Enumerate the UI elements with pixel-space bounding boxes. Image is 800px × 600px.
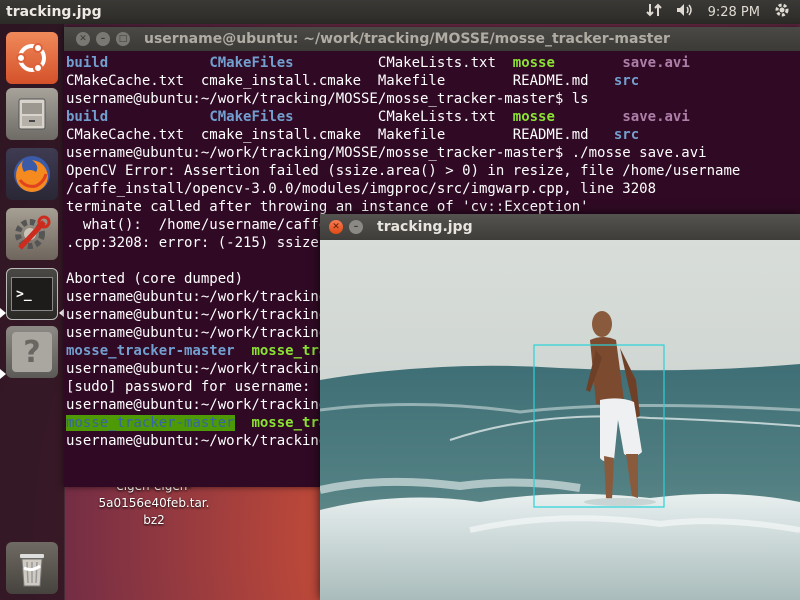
terminal-line: CMakeCache.txt cmake_install.cmake Makef… <box>66 126 800 144</box>
file-cabinet-icon <box>18 98 46 130</box>
terminal-line: build CMakeFiles CMakeLists.txt mosse sa… <box>66 108 800 126</box>
viewer-titlebar[interactable]: ✕ – tracking.jpg <box>320 214 800 240</box>
terminal-text-segment: username@ubuntu:~/work/tracking/MOSSE/mo… <box>66 145 707 161</box>
active-app-title: tracking.jpg <box>6 4 102 20</box>
launcher-ubuntu-dash[interactable] <box>6 32 58 84</box>
terminal-line: /caffe_install/opencv-3.0.0/modules/imgp… <box>66 180 800 198</box>
terminal-text-segment: mosse_tracker-master <box>66 343 235 359</box>
terminal-text-segment: [sudo] password for username: <box>66 379 311 395</box>
terminal-line: OpenCV Error: Assertion failed (ssize.ar… <box>66 162 800 180</box>
minimize-icon[interactable]: – <box>96 32 110 46</box>
terminal-line: build CMakeFiles CMakeLists.txt mosse sa… <box>66 54 800 72</box>
top-panel: tracking.jpg 9:28 PM <box>0 0 800 24</box>
terminal-text-segment: mosse <box>512 109 555 125</box>
surf-scene-image <box>320 240 800 600</box>
launcher-firefox[interactable] <box>6 148 58 200</box>
terminal-text-segment: CMakeLists.txt <box>293 109 513 125</box>
network-icon[interactable] <box>645 2 662 22</box>
terminal-text-segment: terminate called after throwing an insta… <box>66 199 589 215</box>
terminal-text-segment: CMakeFiles <box>209 55 294 71</box>
terminal-text-segment: CMakeLists.txt <box>293 55 513 71</box>
terminal-text-segment: /caffe_install/opencv-3.0.0/modules/imgp… <box>66 181 657 197</box>
terminal-icon: >_ <box>11 277 53 311</box>
terminal-text-segment: username@ubuntu:~/work/tracking/MOSSE/mo… <box>66 91 589 107</box>
terminal-text-segment: save.avi <box>622 109 690 125</box>
terminal-titlebar[interactable]: ✕ – □ username@ubuntu: ~/work/tracking/M… <box>64 27 800 51</box>
launcher-files[interactable] <box>6 88 58 140</box>
settings-wrench-icon <box>15 215 51 250</box>
clock[interactable]: 9:28 PM <box>708 5 760 20</box>
file-label-line: bz2 <box>143 513 165 527</box>
maximize-icon[interactable]: □ <box>116 32 130 46</box>
launcher: >_ ? <box>0 24 65 600</box>
terminal-text-segment: src <box>613 127 640 143</box>
terminal-line: CMakeCache.txt cmake_install.cmake Makef… <box>66 72 800 90</box>
terminal-title: username@ubuntu: ~/work/tracking/MOSSE/m… <box>144 31 670 47</box>
terminal-text-segment: src <box>613 73 640 89</box>
terminal-text-segment: Aborted (core dumped) <box>66 271 244 287</box>
terminal-text-segment: mosse_tracker-master <box>66 415 235 431</box>
tracking-image <box>320 240 800 600</box>
trash-icon <box>20 554 44 587</box>
volume-icon[interactable] <box>676 2 694 22</box>
terminal-text-segment: OpenCV Error: Assertion failed (ssize.ar… <box>66 163 741 179</box>
launcher-terminal[interactable]: >_ <box>6 268 58 320</box>
launcher-trash[interactable] <box>6 542 58 594</box>
terminal-text-segment: CMakeCache.txt cmake_install.cmake Makef… <box>66 127 614 143</box>
launcher-system-settings[interactable] <box>6 208 58 260</box>
terminal-line: username@ubuntu:~/work/tracking/MOSSE/mo… <box>66 144 800 162</box>
viewer-title: tracking.jpg <box>377 219 473 235</box>
minimize-icon[interactable]: – <box>349 220 363 234</box>
close-icon[interactable]: ✕ <box>329 220 343 234</box>
image-viewer-window[interactable]: ✕ – tracking.jpg <box>320 214 800 600</box>
terminal-text-segment: CMakeCache.txt cmake_install.cmake Makef… <box>66 73 614 89</box>
launcher-help[interactable]: ? <box>6 326 58 378</box>
firefox-icon <box>14 156 50 192</box>
close-icon[interactable]: ✕ <box>76 32 90 46</box>
terminal-text-segment: save.avi <box>622 55 690 71</box>
terminal-text-segment: mosse <box>512 55 555 71</box>
file-label-line: 5a0156e40feb.tar. <box>98 496 210 510</box>
ubuntu-logo-icon <box>16 43 46 73</box>
terminal-line: username@ubuntu:~/work/tracking/MOSSE/mo… <box>66 90 800 108</box>
help-question-icon: ? <box>12 332 52 372</box>
terminal-text-segment: build <box>66 55 109 71</box>
terminal-text-segment: build <box>66 109 109 125</box>
settings-gear-icon[interactable] <box>774 2 790 22</box>
terminal-text-segment: CMakeFiles <box>209 109 294 125</box>
